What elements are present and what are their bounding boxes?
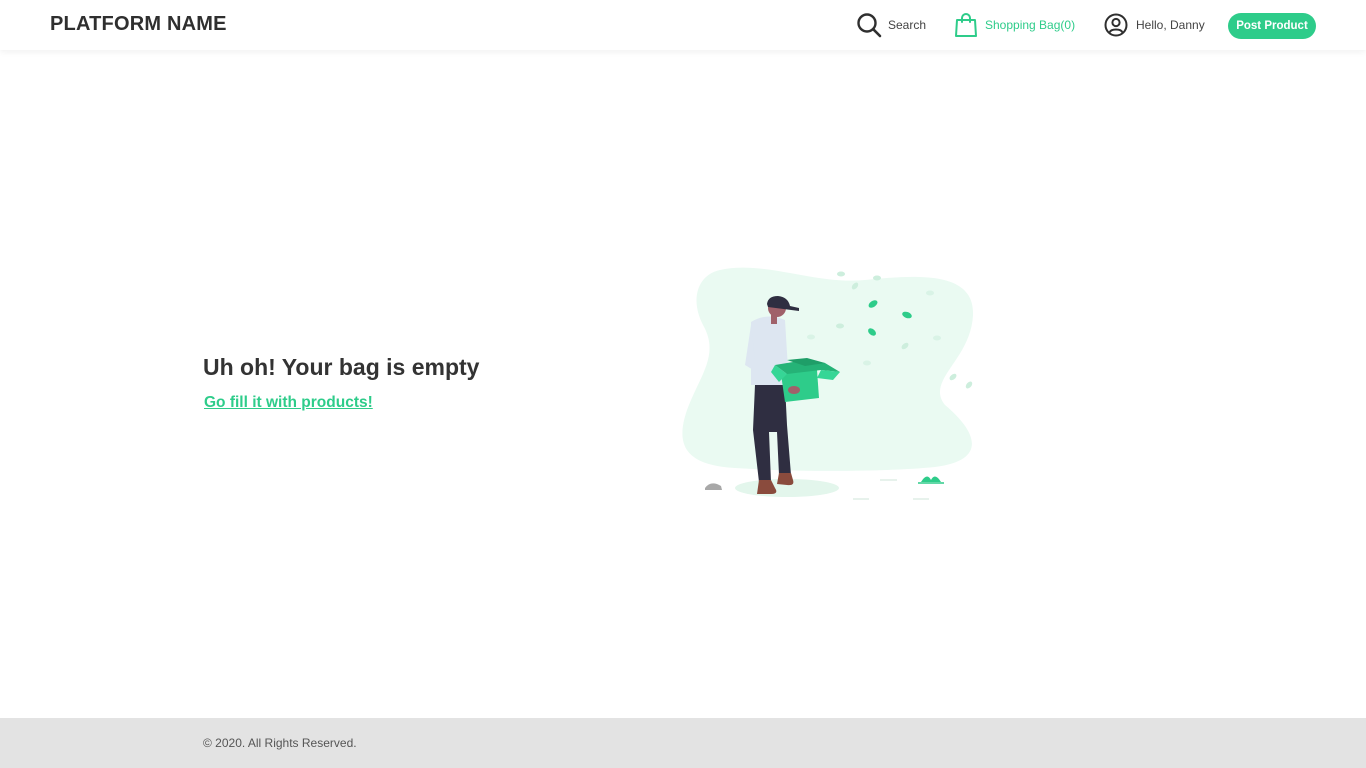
search-icon <box>857 13 882 38</box>
user-circle-icon <box>1104 13 1128 37</box>
empty-bag-title: Uh oh! Your bag is empty <box>203 354 480 380</box>
shopping-bag-icon <box>955 13 977 37</box>
post-product-button[interactable]: Post Product <box>1228 13 1316 39</box>
user-greeting: Hello, Danny <box>1136 18 1205 32</box>
empty-bag-illustration <box>682 267 974 500</box>
copyright-text: © 2020. All Rights Reserved. <box>203 736 357 750</box>
platform-logo[interactable]: PLATFORM NAME <box>50 13 227 36</box>
fill-bag-link[interactable]: Go fill it with products! <box>204 394 373 412</box>
user-menu[interactable]: Hello, Danny <box>1104 0 1205 50</box>
rock <box>705 483 722 490</box>
search-label: Search <box>888 18 927 32</box>
search-button[interactable]: Search <box>856 0 926 50</box>
shopping-bag-button[interactable]: Shopping Bag(0) <box>954 0 1075 50</box>
small-plant <box>921 476 941 482</box>
shopping-bag-label: Shopping Bag(0) <box>985 18 1076 32</box>
page-footer: © 2020. All Rights Reserved. <box>0 718 1366 768</box>
top-header: PLATFORM NAME Search Shopping Bag(0) Hel… <box>0 0 1366 50</box>
empty-bag-message: Uh oh! Your bag is empty Go fill it with… <box>203 354 479 412</box>
